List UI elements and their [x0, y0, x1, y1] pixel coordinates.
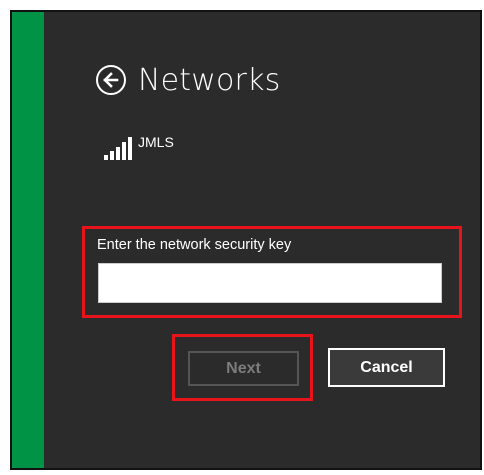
security-key-input[interactable] [98, 263, 442, 303]
accent-bar [12, 12, 44, 468]
network-name: JMLS [138, 134, 174, 150]
network-settings-panel: Networks JMLS Enter the network security… [10, 10, 482, 470]
page-title: Networks [138, 62, 281, 98]
back-button[interactable] [96, 65, 126, 95]
next-button-highlight: Next [172, 334, 313, 401]
network-item[interactable]: JMLS [104, 134, 174, 160]
security-key-highlight: Enter the network security key [82, 226, 462, 318]
back-arrow-icon [103, 72, 119, 88]
next-button[interactable]: Next [188, 351, 299, 386]
cancel-button[interactable]: Cancel [328, 348, 445, 387]
panel-header: Networks [96, 60, 281, 100]
wifi-signal-icon [104, 136, 132, 160]
security-key-label: Enter the network security key [97, 237, 292, 253]
